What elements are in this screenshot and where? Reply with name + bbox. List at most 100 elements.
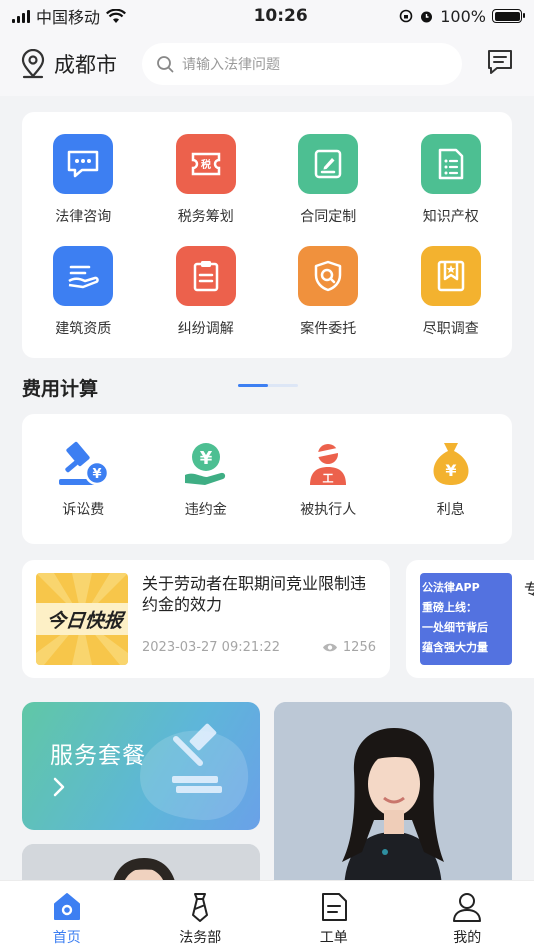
service-tile: 税 [175,134,236,194]
shield-search-icon [315,260,342,292]
page-indicator [238,384,298,387]
thumbnail-line: 公法律APP [422,581,480,594]
fee-enforced-person[interactable]: 工 被执行人 [267,414,390,544]
wifi-icon [106,8,126,23]
service-tile [53,134,114,194]
location-selector[interactable]: 成都市 [20,49,138,79]
gavel-icon [172,723,222,793]
tab-label: 工单 [319,930,348,946]
service-dispute-mediation[interactable]: 纠纷调解 [145,234,268,346]
news-card[interactable]: 今日快报 关于劳动者在职期间竞业限制违约金的效力 2023-03-27 09:2… [22,560,390,678]
svg-text:¥: ¥ [445,461,456,480]
fee-label: 违约金 [184,502,227,518]
bottom-tab-bar: 首页 法务部 工单 我的 [0,880,534,950]
message-button[interactable] [486,48,514,80]
status-bar: 中国移动 10:26 100% [0,0,534,32]
clipboard-icon [193,261,218,292]
header: 成都市 请输入法律问题 [0,32,534,96]
fee-section-title: 费用计算 [22,378,99,400]
news-thumbnail: 公法律APP 重磅上线： 一处细节背后 蕴含强大力量 [420,573,512,665]
chat-bubble-icon [68,150,99,178]
svg-text:税: 税 [201,158,211,171]
contract-edit-icon [315,149,342,179]
tab-label: 我的 [453,930,482,946]
city-name: 成都市 [54,53,117,77]
fee-label: 利息 [436,502,465,518]
home-icon [53,893,80,920]
alarm-icon [421,11,433,22]
service-tile [298,246,359,306]
battery-percent: 100% [440,6,486,26]
views-count: 1256 [342,640,376,655]
person-enforced-icon: 工 [310,444,347,485]
building-hand-icon [68,265,99,289]
service-construction-qualification[interactable]: 建筑资质 [22,234,145,346]
service-legal-consult[interactable]: 法律咨询 [22,122,145,234]
service-tile [53,246,114,306]
fee-label: 诉讼费 [62,502,105,518]
gavel-yuan-icon: ¥ [59,441,110,486]
news-date: 2023-03-27 09:21:22 [142,640,281,655]
signal-icon [12,9,30,23]
service-case-entrust[interactable]: 案件委托 [267,234,390,346]
service-tile [175,246,236,306]
service-label: 纠纷调解 [177,321,234,337]
thumbnail-line: 重磅上线： [422,601,477,614]
service-label: 法律咨询 [55,209,112,225]
tab-legal-dept[interactable]: 法务部 [134,881,268,950]
search-icon [157,56,174,73]
service-ip[interactable]: 知识产权 [390,122,513,234]
tab-mine[interactable]: 我的 [401,881,534,950]
package-title: 服务套餐 [50,743,146,769]
eye-icon [322,643,337,652]
service-label: 税务筹划 [177,209,234,225]
message-icon [488,50,512,74]
service-package-banner[interactable]: 服务套餐 [22,702,260,830]
lawyer-card[interactable] [274,702,512,892]
service-due-diligence[interactable]: 尽职调查 [390,234,513,346]
money-bag-icon: ¥ [433,443,469,485]
thumbnail-banner: 今日快报 [36,603,128,635]
search-placeholder: 请输入法律问题 [182,57,280,73]
tab-home[interactable]: 首页 [0,881,134,950]
fee-litigation[interactable]: ¥ 诉讼费 [22,414,145,544]
service-tile [298,134,359,194]
fee-interest[interactable]: ¥ 利息 [390,414,513,544]
search-input[interactable]: 请输入法律问题 [142,43,462,85]
status-left: 中国移动 [12,4,202,28]
service-tile [420,134,481,194]
thumbnail-line: 一处细节背后 [422,621,488,634]
news-title: 关于劳动者在职期间竞业限制违约金的效力 [142,574,367,614]
service-label: 案件委托 [300,321,357,337]
service-label: 建筑资质 [55,321,112,337]
status-right: 100% [399,6,525,26]
news-title: 专 [524,580,534,599]
service-label: 尽职调查 [422,321,479,337]
tax-ticket-icon: 税 [191,152,220,176]
service-grid: 法律咨询 税 税务筹划 合同定制 知识产权 建筑资质 纠纷调解 案件委托 尽职调… [22,112,512,358]
service-label: 合同定制 [300,209,357,225]
news-meta: 2023-03-27 09:21:22 1256 [142,640,376,665]
tab-work-order[interactable]: 工单 [267,881,401,950]
news-views: 1256 [322,640,376,655]
tab-label: 法务部 [179,930,222,946]
fee-penalty[interactable]: ¥ 违约金 [145,414,268,544]
news-card[interactable]: 公法律APP 重磅上线： 一处细节背后 蕴含强大力量 专 [406,560,534,678]
svg-text:¥: ¥ [93,467,102,482]
service-tax-planning[interactable]: 税 税务筹划 [145,122,268,234]
svg-text:¥: ¥ [199,448,212,469]
fee-calculator: ¥ 诉讼费 ¥ 违约金 工 被执行人 ¥ 利息 [22,414,512,544]
tie-icon [192,893,209,922]
document-list-icon [438,148,463,180]
clock: 10:26 [253,6,308,26]
tab-label: 首页 [52,930,81,946]
thumbnail-text: 今日快报 [45,609,124,632]
chevron-right-icon [53,777,65,797]
lawyer-photo [274,702,512,892]
bookmark-star-icon [437,260,464,292]
service-contract-custom[interactable]: 合同定制 [267,122,390,234]
document-icon [321,893,347,921]
svg-text:工: 工 [323,472,334,485]
news-thumbnail: 今日快报 [36,573,128,665]
yuan-hand-icon: ¥ [184,443,225,485]
